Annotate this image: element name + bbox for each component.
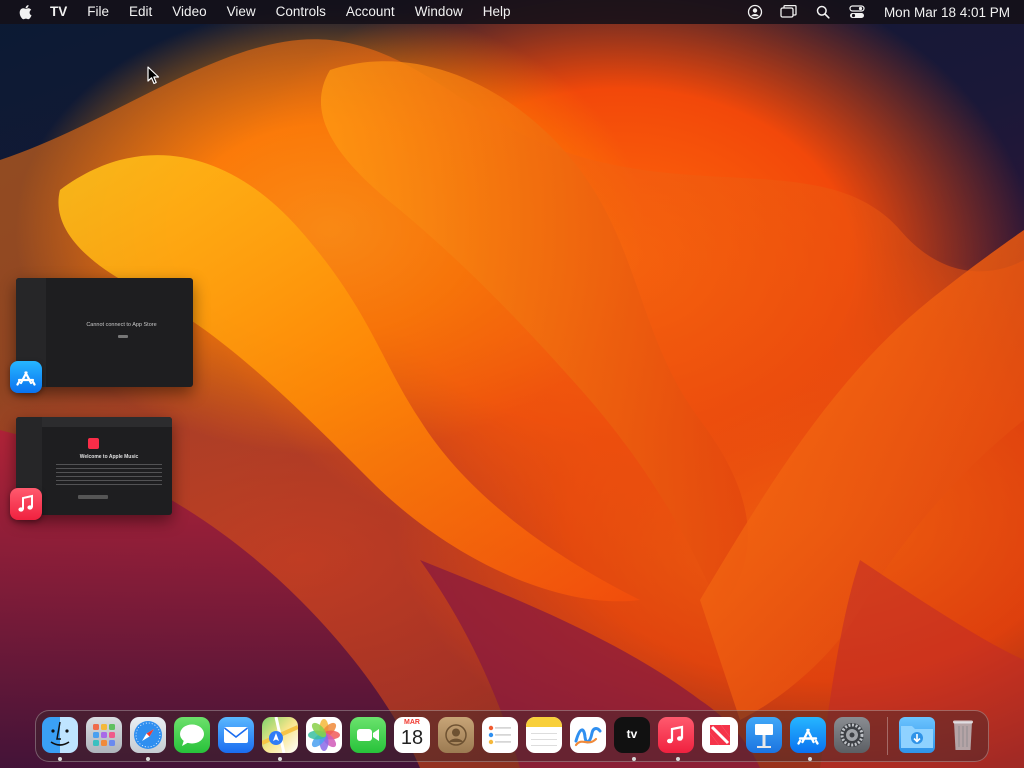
downloads-folder-icon[interactable] bbox=[899, 717, 935, 753]
maps-running-indicator bbox=[278, 757, 282, 761]
freeform-icon[interactable] bbox=[570, 717, 606, 753]
photos-icon[interactable] bbox=[306, 717, 342, 753]
maps-icon[interactable] bbox=[262, 717, 298, 753]
stage-app-store-icon[interactable] bbox=[10, 361, 42, 393]
music-icon[interactable] bbox=[658, 717, 694, 753]
trash-icon[interactable] bbox=[945, 717, 981, 753]
stage-window-app-store[interactable]: Cannot connect to App Store bbox=[16, 278, 193, 387]
messages-icon[interactable] bbox=[174, 717, 210, 753]
tv-icon[interactable]: tv bbox=[614, 717, 650, 753]
calendar-month: MAR bbox=[404, 719, 420, 726]
calendar-icon[interactable]: MAR 18 bbox=[394, 717, 430, 753]
reminders-icon[interactable] bbox=[482, 717, 518, 753]
control-center-icon[interactable] bbox=[848, 3, 866, 21]
facetime-icon[interactable] bbox=[350, 717, 386, 753]
spotlight-search-icon[interactable] bbox=[814, 3, 832, 21]
menu-account[interactable]: Account bbox=[336, 0, 405, 24]
app-store-running-indicator bbox=[808, 757, 812, 761]
music-welcome-title: Welcome to Apple Music bbox=[79, 454, 139, 460]
tv-running-indicator bbox=[632, 757, 636, 761]
dock-separator bbox=[887, 717, 888, 755]
finder-running-indicator bbox=[58, 757, 62, 761]
mouse-cursor-icon bbox=[147, 66, 160, 85]
menu-controls[interactable]: Controls bbox=[266, 0, 336, 24]
notes-icon[interactable] bbox=[526, 717, 562, 753]
app-store-icon[interactable] bbox=[790, 717, 826, 753]
menu-video[interactable]: Video bbox=[162, 0, 216, 24]
app-store-retry-button bbox=[118, 335, 128, 338]
apple-menu-icon[interactable] bbox=[18, 3, 34, 21]
user-account-icon[interactable] bbox=[746, 3, 764, 21]
screen-mirroring-icon[interactable] bbox=[780, 3, 798, 21]
mail-icon[interactable] bbox=[218, 717, 254, 753]
music-continue-button bbox=[78, 495, 108, 499]
safari-running-indicator bbox=[146, 757, 150, 761]
contacts-icon[interactable] bbox=[438, 717, 474, 753]
music-logo-icon bbox=[88, 438, 99, 449]
keynote-icon[interactable] bbox=[746, 717, 782, 753]
music-running-indicator bbox=[676, 757, 680, 761]
menu-window[interactable]: Window bbox=[405, 0, 473, 24]
menu-edit[interactable]: Edit bbox=[119, 0, 162, 24]
launchpad-icon[interactable] bbox=[86, 717, 122, 753]
app-store-message: Cannot connect to App Store bbox=[86, 322, 157, 328]
menu-bar-right: Mon Mar 18 4:01 PM bbox=[738, 0, 1024, 24]
finder-icon[interactable] bbox=[42, 717, 78, 753]
system-settings-icon[interactable] bbox=[834, 717, 870, 753]
menu-bar-left: TV File Edit Video View Controls Account… bbox=[0, 0, 520, 24]
menu-bar: TV File Edit Video View Controls Account… bbox=[0, 0, 1024, 24]
menu-bar-clock[interactable]: Mon Mar 18 4:01 PM bbox=[884, 5, 1010, 20]
tv-icon-label: tv bbox=[626, 727, 638, 741]
menu-app-name[interactable]: TV bbox=[44, 0, 77, 24]
stage-music-icon[interactable] bbox=[10, 488, 42, 520]
news-icon[interactable] bbox=[702, 717, 738, 753]
menu-help[interactable]: Help bbox=[473, 0, 521, 24]
calendar-day: 18 bbox=[400, 727, 424, 749]
music-toolbar bbox=[42, 417, 172, 427]
safari-icon[interactable] bbox=[130, 717, 166, 753]
menu-view[interactable]: View bbox=[217, 0, 266, 24]
menu-file[interactable]: File bbox=[77, 0, 119, 24]
music-welcome-text bbox=[56, 464, 162, 486]
